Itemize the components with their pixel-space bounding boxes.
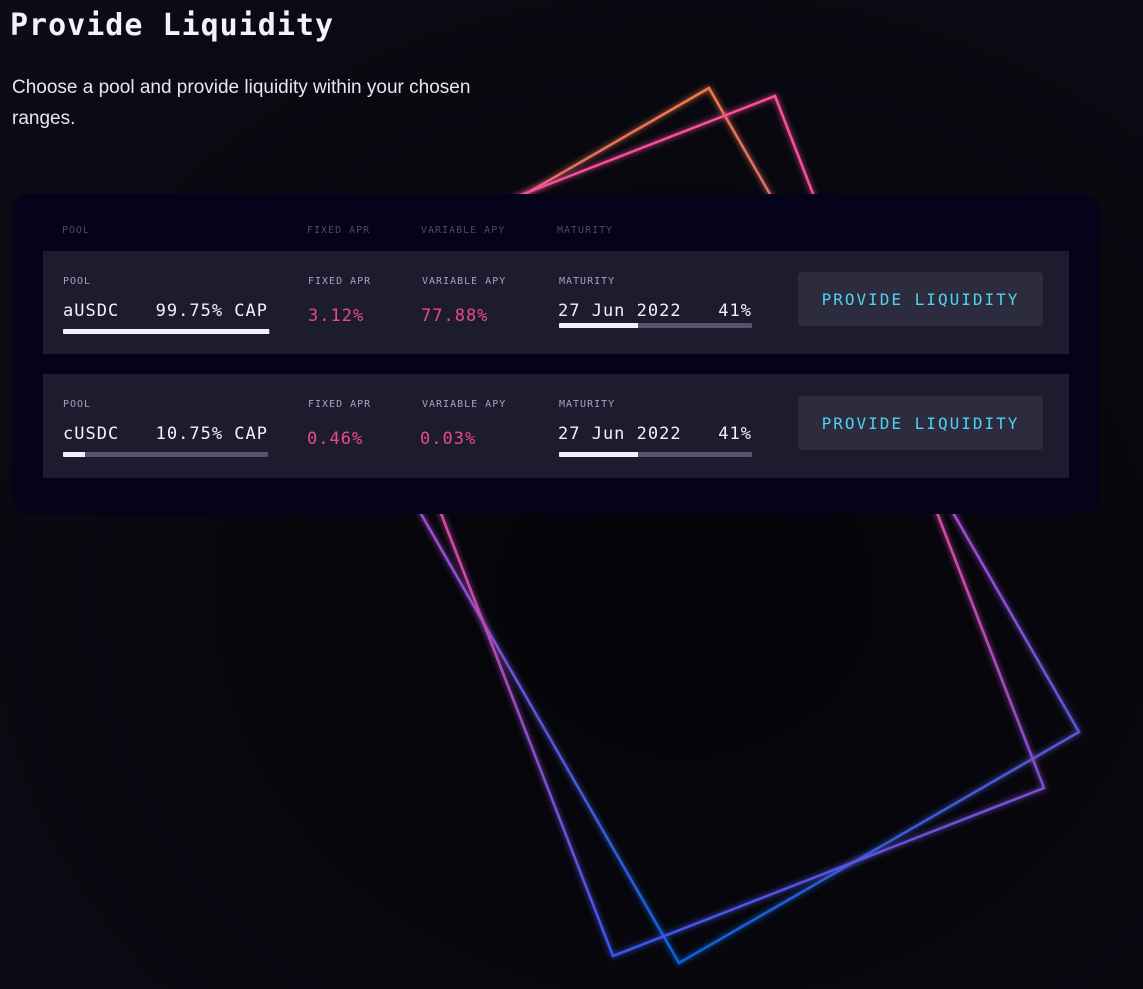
provide-liquidity-button[interactable]: PROVIDE LIQUIDITY (798, 396, 1043, 450)
pool-row-cusdc: POOL cUSDC 10.75% CAP FIXED APR 0.46% VA… (43, 374, 1069, 478)
page-subtitle: Choose a pool and provide liquidity with… (12, 77, 471, 129)
maturity-label: MATURITY (559, 276, 616, 287)
pool-cap-bar-fill (63, 329, 270, 334)
pool-label: POOL (63, 399, 92, 410)
header-variable-apy: VARIABLE APY (421, 225, 506, 236)
maturity-percent: 41% (718, 301, 752, 321)
pool-name: aUSDC (63, 301, 120, 321)
pool-cap: 99.75% CAP (155, 301, 268, 321)
maturity-bar (559, 452, 752, 457)
header-fixed-apr: FIXED APR (307, 225, 371, 236)
maturity-bar-fill (559, 323, 639, 328)
fixed-apr-value: 0.46% (307, 429, 364, 449)
pools-panel: POOL FIXED APR VARIABLE APY MATURITY POO… (12, 194, 1100, 514)
header-pool: POOL (62, 225, 91, 236)
provide-liquidity-button[interactable]: PROVIDE LIQUIDITY (798, 272, 1043, 326)
pool-cap: 10.75% CAP (155, 424, 268, 444)
pool-cap-bar (63, 329, 270, 334)
maturity-percent: 41% (718, 424, 752, 444)
pool-name: cUSDC (63, 424, 120, 444)
fixed-apr-label: FIXED APR (308, 399, 372, 410)
maturity-date: 27 Jun 2022 (558, 301, 682, 321)
pool-row-ausdc: POOL aUSDC 99.75% CAP FIXED APR 3.12% VA… (43, 251, 1069, 354)
maturity-date: 27 Jun 2022 (558, 424, 682, 444)
pool-cap-bar (63, 452, 268, 457)
page-title: Provide Liquidity (10, 8, 335, 43)
page: Provide Liquidity Choose a pool and prov… (0, 0, 1143, 989)
variable-apy-label: VARIABLE APY (422, 276, 507, 287)
variable-apy-value: 77.88% (421, 306, 489, 326)
header-maturity: MATURITY (557, 225, 614, 236)
pool-label: POOL (63, 276, 92, 287)
variable-apy-label: VARIABLE APY (422, 399, 507, 410)
maturity-bar-fill (559, 452, 639, 457)
fixed-apr-label: FIXED APR (308, 276, 372, 287)
pool-cap-bar-fill (63, 452, 86, 457)
maturity-bar (559, 323, 752, 328)
fixed-apr-value: 3.12% (308, 306, 365, 326)
variable-apy-value: 0.03% (420, 429, 477, 449)
maturity-label: MATURITY (559, 399, 616, 410)
